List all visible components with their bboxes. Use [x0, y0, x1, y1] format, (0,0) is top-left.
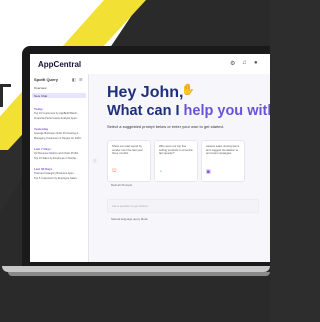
prompt-card[interactable]: Assess sales closing items and suggest f…	[201, 140, 245, 182]
menu-icon[interactable]: ☰	[79, 77, 83, 82]
prompt-card[interactable]: Show me total spend by vendor over the l…	[107, 140, 151, 182]
history-item[interactable]: Top 10 Customers by AppBuild Batch...	[34, 112, 84, 115]
receipt-icon: ⛫	[112, 168, 117, 174]
calendar-icon: ▣	[206, 169, 211, 175]
headline-prefix: What can I	[107, 103, 184, 119]
prompt-card-text: Assess sales closing items and suggest f…	[206, 144, 240, 156]
history-item[interactable]: Q2 Revenue Metrics and Order Profits	[34, 152, 84, 155]
laptop: AppCentral ⚙ ♫ ● Spotfi Query ◧ ☰ Overvi…	[2, 46, 270, 276]
sidebar-title: Spotfi Query	[34, 77, 59, 82]
laptop-base-shadow	[8, 272, 270, 276]
user-icon[interactable]: ●	[254, 60, 258, 66]
collapse-icon[interactable]: ◧	[72, 77, 76, 82]
settings-icon[interactable]: ⚙	[230, 60, 235, 67]
sidebar: Spotfi Query ◧ ☰ Overview New Chat Today…	[30, 74, 89, 262]
history-item[interactable]: Financial Performance Analysis Apps...	[34, 117, 84, 120]
decorative-bracket	[0, 84, 11, 107]
history-section-label: Last 7 Days	[34, 147, 51, 151]
chart-icon: ◔	[159, 169, 163, 175]
wave-icon: ✋	[181, 84, 195, 96]
previous-prompts-icon[interactable]: ‹	[92, 158, 98, 164]
history-section-label: Last 30 Days	[34, 167, 53, 171]
greeting: Hey John,	[107, 84, 184, 101]
refresh-prompts-button[interactable]: Refresh Prompts	[111, 183, 132, 187]
app-brand: AppCentral	[38, 60, 82, 69]
history-item[interactable]: Total and Category Business Apps...	[34, 172, 84, 175]
prompt-card-text: Show me total spend by vendor over the l…	[112, 144, 143, 156]
headline-emphasis: help you with?	[183, 103, 270, 119]
history-item[interactable]: Top 10 Sales by Employee in Northe...	[34, 157, 84, 160]
app-header: AppCentral ⚙ ♫ ●	[30, 54, 270, 74]
prompt-card[interactable]: Who were our top five selling products t…	[154, 140, 198, 182]
history-item[interactable]: Managing Customers & Targets for 2023...	[34, 137, 84, 140]
sidebar-item-overview[interactable]: Overview	[34, 86, 47, 90]
history-item[interactable]: Top 5 Customers by Employee Sales...	[34, 177, 84, 180]
history-section-label: Today	[34, 107, 43, 111]
query-mode-selector[interactable]: Natural language query Mode	[111, 217, 148, 221]
sidebar-item-new-chat[interactable]: New Chat	[34, 94, 47, 98]
bell-icon[interactable]: ♫	[242, 60, 247, 66]
query-input[interactable]: Ask a question to get started	[107, 199, 259, 213]
page-title: What can I help you with?	[107, 103, 270, 119]
main-panel: Hey John, ✋ What can I help you with? Se…	[89, 74, 270, 262]
page-subtitle: Select a suggested prompt below or enter…	[107, 124, 224, 129]
query-input-placeholder: Ask a question to get started	[112, 204, 148, 208]
history-item[interactable]: Average Business Order Processing A...	[34, 132, 84, 135]
history-section-label: Yesterday	[34, 127, 49, 131]
prompt-card-text: Who were our top five selling products t…	[159, 144, 193, 156]
laptop-screen: AppCentral ⚙ ♫ ● Spotfi Query ◧ ☰ Overvi…	[30, 54, 270, 262]
